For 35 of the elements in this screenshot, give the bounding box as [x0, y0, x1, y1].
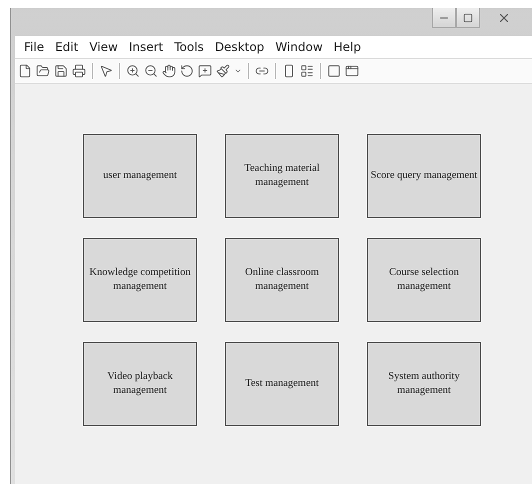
- folder-icon[interactable]: [36, 64, 50, 78]
- hand-icon[interactable]: [162, 64, 176, 78]
- menu-item[interactable]: Insert: [124, 38, 168, 56]
- module-button[interactable]: Video playback management: [83, 342, 197, 426]
- legend-icon[interactable]: [300, 64, 314, 78]
- zoom-in-icon[interactable]: [126, 64, 140, 78]
- menu-item[interactable]: Edit: [50, 38, 84, 56]
- menu-item[interactable]: View: [84, 38, 123, 56]
- menu-item[interactable]: Window: [270, 38, 328, 56]
- close-icon: [497, 11, 511, 25]
- module-button[interactable]: Knowledge competition management: [83, 238, 197, 322]
- zoom-out-icon[interactable]: [144, 64, 158, 78]
- file-icon[interactable]: [18, 64, 32, 78]
- module-button[interactable]: Online classroom management: [225, 238, 339, 322]
- square-icon[interactable]: [327, 64, 341, 78]
- menu-item[interactable]: Tools: [169, 38, 209, 56]
- window-icon[interactable]: [345, 64, 359, 78]
- printer-icon[interactable]: [72, 64, 86, 78]
- maximize-icon: [463, 12, 473, 22]
- caret-icon[interactable]: [234, 67, 242, 75]
- menu-item[interactable]: Help: [328, 38, 366, 56]
- module-button[interactable]: Course selection management: [367, 238, 481, 322]
- module-button[interactable]: Score query management: [367, 134, 481, 218]
- menu-item[interactable]: Desktop: [210, 38, 270, 56]
- brush-icon[interactable]: [216, 64, 230, 78]
- module-button[interactable]: Teaching material management: [225, 134, 339, 218]
- menu-item[interactable]: File: [19, 38, 50, 56]
- save-icon[interactable]: [54, 64, 68, 78]
- pointer-icon[interactable]: [99, 64, 113, 78]
- module-button[interactable]: user management: [83, 134, 197, 218]
- module-button[interactable]: System authority management: [367, 342, 481, 426]
- rectangle-icon[interactable]: [282, 64, 296, 78]
- maximize-button[interactable]: [456, 8, 480, 28]
- rotate-icon[interactable]: [180, 64, 194, 78]
- module-button[interactable]: Test management: [225, 342, 339, 426]
